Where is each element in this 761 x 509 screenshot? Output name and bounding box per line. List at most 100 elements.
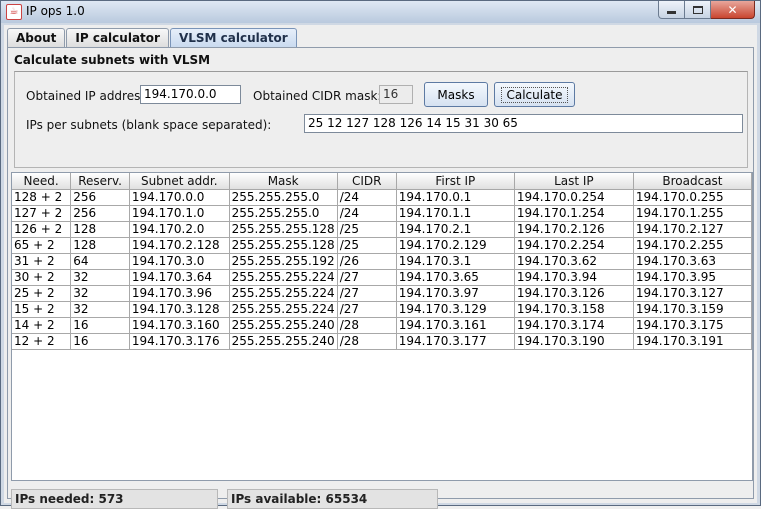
java-cup-icon[interactable]: ☕ (6, 4, 22, 20)
col-header-subnet-addr[interactable]: Subnet addr. (129, 173, 230, 190)
table-cell: 128 + 2 (12, 189, 72, 206)
table-row[interactable]: 128 + 2 256 194.170.0.0 255.255.255.0/24 194… (12, 189, 752, 206)
table-cell: 194.170.3.126 (514, 285, 634, 302)
table-cell: 12 + 2 (12, 333, 72, 350)
table-cell: 30 + 2 (12, 269, 72, 286)
table-cell: 194.170.3.95 (633, 269, 752, 286)
maximize-button[interactable] (685, 1, 711, 19)
tab-ip-calculator[interactable]: IP calculator (66, 28, 169, 48)
table-cell: 65 + 2 (12, 237, 72, 254)
table-cell: 255.255.255.224 (229, 269, 338, 286)
minimize-icon (667, 11, 676, 14)
table-row[interactable]: 15 + 2 32 194.170.3.128 255.255.255.224/27 1… (12, 301, 752, 318)
table-cell: 255.255.255.128 (229, 237, 338, 254)
col-header-last-ip[interactable]: Last IP (514, 173, 634, 190)
table-cell: 194.170.1.255 (633, 205, 752, 222)
ips-per-subnets-label: IPs per subnets (blank space separated): (26, 118, 272, 132)
table-cell: 255.255.255.240 (229, 333, 338, 350)
tab-strip: About IP calculator VLSM calculator (7, 28, 298, 49)
col-header-reserved[interactable]: Reserv. (70, 173, 130, 190)
table-cell: 256 (70, 205, 130, 222)
table-cell: 194.170.3.94 (514, 269, 634, 286)
table-row[interactable]: 12 + 2 16 194.170.3.176 255.255.255.240/28 1… (12, 333, 752, 350)
table-cell: /27 (337, 285, 397, 302)
table-cell: /28 (337, 333, 397, 350)
table-cell: 194.170.3.62 (514, 253, 634, 270)
tab-vlsm-calculator[interactable]: VLSM calculator (169, 28, 297, 49)
col-header-broadcast[interactable]: Broadcast (633, 173, 752, 190)
table-row[interactable]: 14 + 2 16 194.170.3.160 255.255.255.240/28 1… (12, 317, 752, 334)
col-header-mask[interactable]: Mask (229, 173, 338, 190)
table-cell: 194.170.3.128 (129, 301, 230, 318)
table-cell: 194.170.2.255 (633, 237, 752, 254)
cidr-mask-field: 16 (379, 85, 413, 104)
table-row[interactable]: 65 + 2 128 194.170.2.128 255.255.255.128/25… (12, 237, 752, 254)
table-cell: 255.255.255.0 (229, 205, 338, 222)
table-cell: 194.170.3.159 (633, 301, 752, 318)
table-cell: 14 + 2 (12, 317, 72, 334)
table-cell: /25 (337, 221, 397, 238)
table-cell: 16 (70, 333, 130, 350)
table-cell: /24 (337, 205, 397, 222)
cidr-mask-label: Obtained CIDR mask: (253, 89, 382, 103)
col-header-first-ip[interactable]: First IP (396, 173, 515, 190)
table-cell: 31 + 2 (12, 253, 72, 270)
ips-available-status: IPs available: 65534 (227, 489, 438, 509)
table-cell: 255.255.255.240 (229, 317, 338, 334)
table-cell: 194.170.2.0 (129, 221, 230, 238)
calculate-button[interactable]: Calculate (494, 82, 575, 107)
close-icon: ✕ (727, 2, 738, 17)
table-header-row: Need. Reserv. Subnet addr. Mask CIDR Fir… (12, 173, 752, 190)
table-cell: /26 (337, 253, 397, 270)
table-cell: 194.170.2.128 (129, 237, 230, 254)
app-window: ☕ IP ops 1.0 ✕ About IP calculator VLSM … (0, 0, 761, 509)
table-cell: 194.170.3.63 (633, 253, 752, 270)
table-cell: 194.170.3.64 (129, 269, 230, 286)
table-cell: 194.170.2.126 (514, 221, 634, 238)
table-cell: 255.255.255.192 (229, 253, 338, 270)
masks-button[interactable]: Masks (424, 82, 488, 107)
table-row[interactable]: 127 + 2 256 194.170.1.0 255.255.255.0/24 194… (12, 205, 752, 222)
table-cell: 194.170.3.158 (514, 301, 634, 318)
col-header-cidr[interactable]: CIDR (337, 173, 397, 190)
title-bar[interactable]: ☕ IP ops 1.0 ✕ (1, 1, 760, 23)
table-cell: 32 (70, 269, 130, 286)
table-cell: 64 (70, 253, 130, 270)
table-cell: 194.170.2.1 (396, 221, 515, 238)
table-cell: 32 (70, 301, 130, 318)
calculate-button-label: Calculate (501, 86, 568, 103)
table-cell: 128 (70, 237, 130, 254)
table-row[interactable]: 126 + 2 128 194.170.2.0 255.255.255.128/25 1… (12, 221, 752, 238)
table-cell: 194.170.0.254 (514, 189, 634, 206)
col-header-need[interactable]: Need. (12, 173, 72, 190)
table-row[interactable]: 25 + 2 32 194.170.3.96 255.255.255.224/27 19… (12, 285, 752, 302)
table-cell: /27 (337, 301, 397, 318)
table-cell: 256 (70, 189, 130, 206)
tab-about[interactable]: About (7, 28, 66, 48)
subnets-table-container[interactable]: Need. Reserv. Subnet addr. Mask CIDR Fir… (11, 172, 753, 481)
table-cell: 194.170.3.177 (396, 333, 515, 350)
table-cell: 194.170.3.97 (396, 285, 515, 302)
table-cell: 194.170.3.1 (396, 253, 515, 270)
close-button[interactable]: ✕ (711, 1, 755, 19)
table-cell: 126 + 2 (12, 221, 72, 238)
minimize-button[interactable] (658, 1, 685, 19)
client-area: About IP calculator VLSM calculator Calc… (4, 25, 757, 509)
table-cell: 194.170.0.255 (633, 189, 752, 206)
table-cell: 194.170.3.129 (396, 301, 515, 318)
table-cell: 194.170.3.127 (633, 285, 752, 302)
table-cell: /28 (337, 317, 397, 334)
table-cell: 194.170.1.254 (514, 205, 634, 222)
table-row[interactable]: 30 + 2 32 194.170.3.64 255.255.255.224/27 19… (12, 269, 752, 286)
ips-needed-status: IPs needed: 573 (11, 489, 218, 509)
maximize-icon (692, 5, 703, 14)
group-title: Calculate subnets with VLSM (14, 53, 211, 67)
table-cell: 194.170.3.190 (514, 333, 634, 350)
ips-per-subnets-input[interactable]: 25 12 127 128 126 14 15 31 30 65 (304, 114, 743, 133)
ip-address-input[interactable]: 194.170.0.0 (140, 85, 241, 104)
table-row[interactable]: 31 + 2 64 194.170.3.0 255.255.255.192/26 194… (12, 253, 752, 270)
table-cell: 194.170.1.1 (396, 205, 515, 222)
table-cell: 255.255.255.224 (229, 285, 338, 302)
table-cell: 194.170.0.0 (129, 189, 230, 206)
vlsm-panel: Calculate subnets with VLSM Obtained IP … (7, 47, 754, 509)
